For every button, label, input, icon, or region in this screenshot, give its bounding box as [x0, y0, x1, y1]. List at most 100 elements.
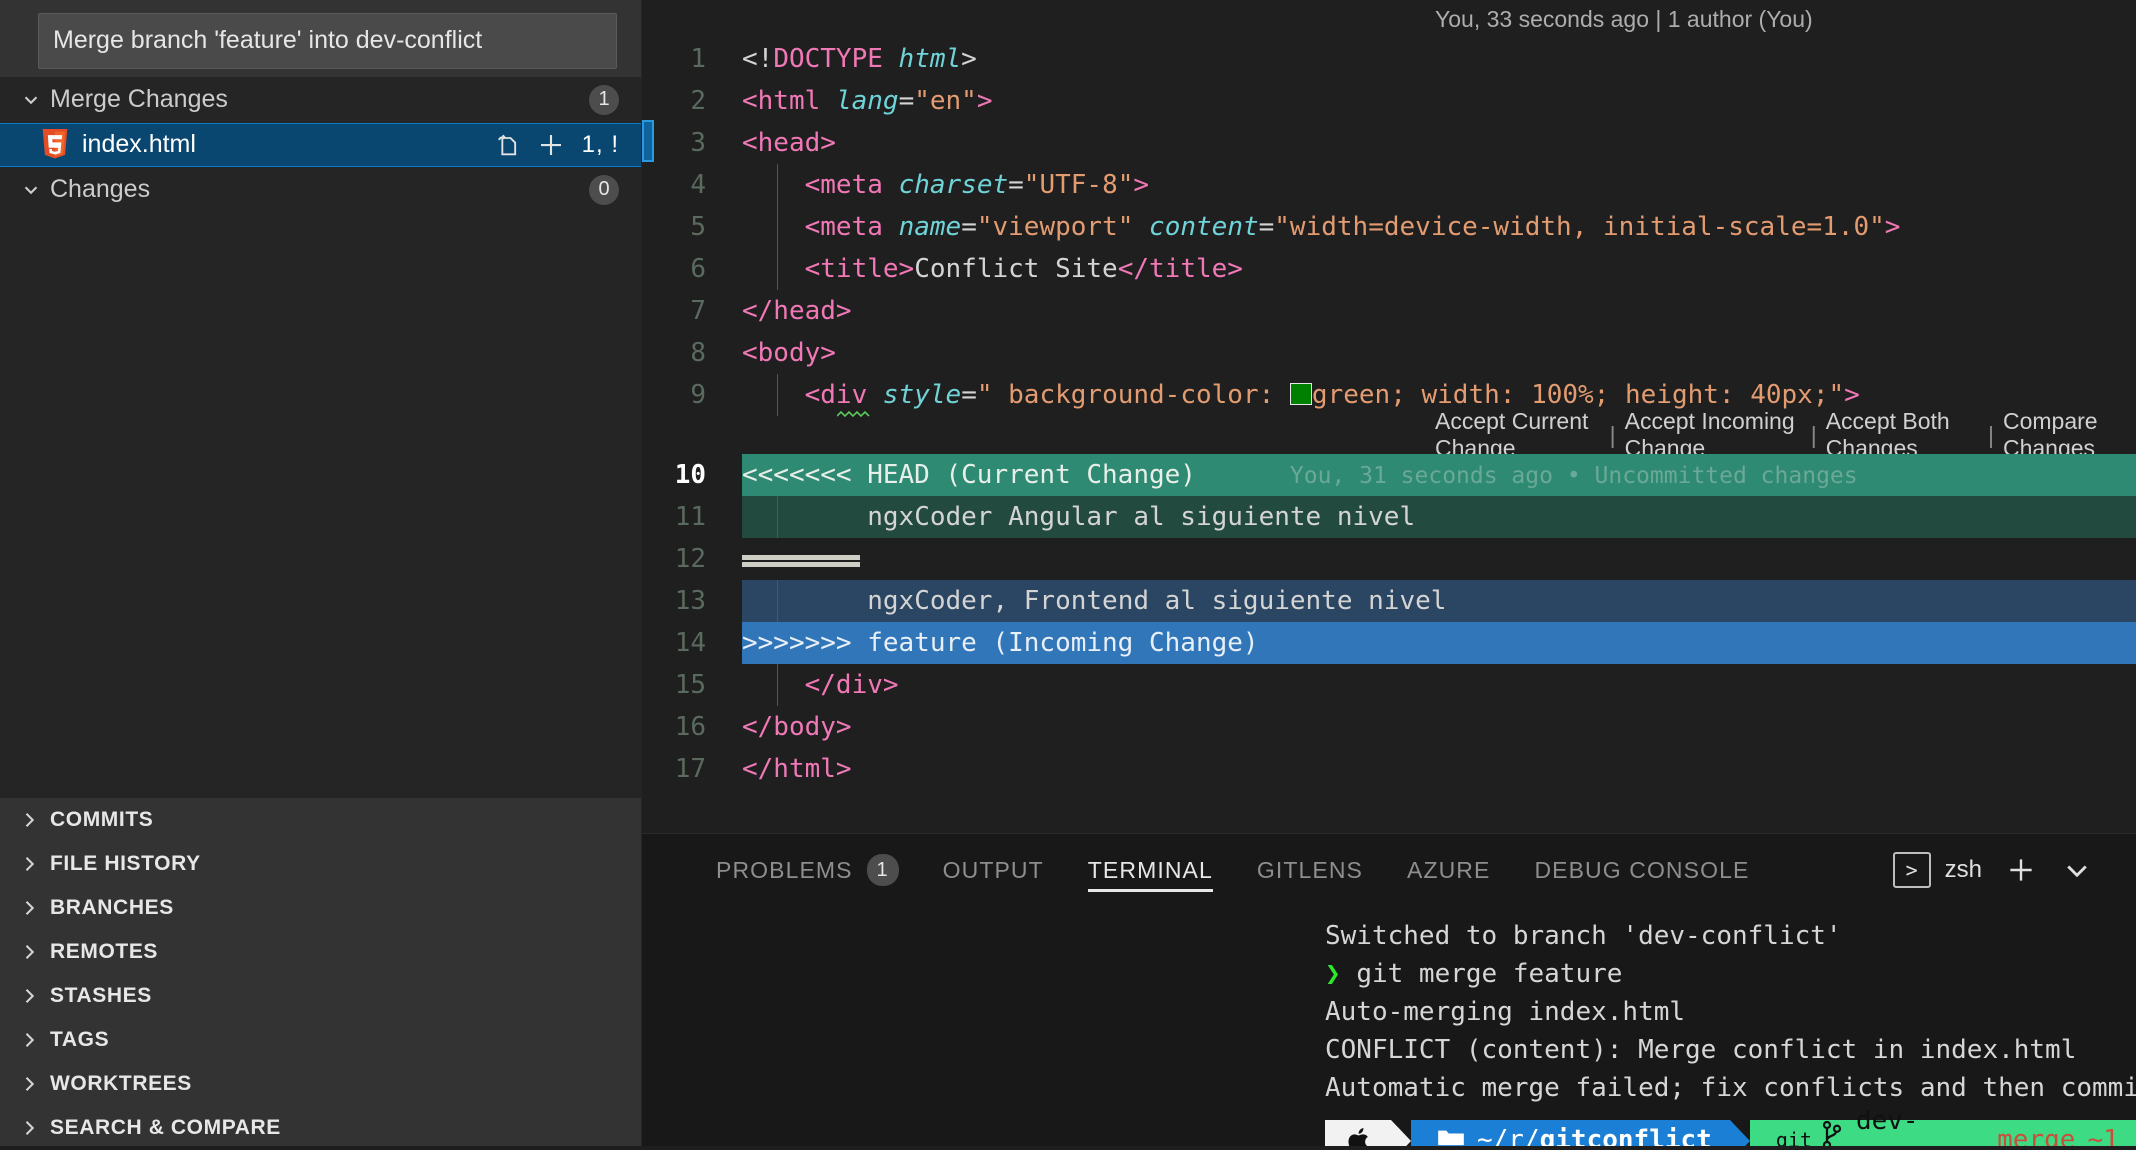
scm-group-count: 1	[589, 84, 619, 115]
chevron-right-icon	[16, 1071, 42, 1097]
terminal-output[interactable]: Switched to branch 'dev-conflict' ❯ git …	[642, 906, 2136, 1146]
line-content: </body>	[742, 712, 852, 742]
line-content: <meta charset="UTF-8">	[804, 170, 1150, 200]
chevron-down-icon[interactable]	[2060, 853, 2094, 887]
error-squiggle	[837, 410, 870, 418]
apple-icon	[1325, 1119, 1391, 1146]
bottom-panel: PROBLEMS 1 OUTPUT TERMINAL GITLENS AZURE…	[642, 833, 2136, 1146]
line-number: 9	[690, 380, 706, 410]
vscode-window: Merge branch 'feature' into dev-conflict…	[0, 0, 2136, 1146]
line-content: ngxCoder, Frontend al siguiente nivel	[867, 586, 1447, 616]
line-number: 13	[674, 586, 706, 616]
plus-icon[interactable]	[2004, 853, 2038, 887]
code-line-conflict-incoming-header: 14 >>>>>>> feature (Incoming Change)	[642, 622, 2136, 664]
codelens-separator: |	[1810, 421, 1817, 448]
panel-tab-bar: PROBLEMS 1 OUTPUT TERMINAL GITLENS AZURE…	[642, 834, 2136, 906]
terminal-icon: >	[1892, 852, 1931, 888]
active-terminal-selector[interactable]: > zsh	[1892, 852, 1982, 888]
tab-terminal[interactable]: TERMINAL	[1066, 834, 1235, 906]
line-content: >>>>>>> feature (Incoming Change)	[742, 628, 1259, 658]
line-content: <head>	[742, 128, 836, 158]
code-line: 15 </div>	[642, 664, 2136, 706]
html5-file-icon	[40, 128, 70, 161]
git-branch-name: dev-conflict	[1855, 1105, 1981, 1146]
sidebar-item-label: FILE HISTORY	[50, 852, 201, 875]
sidebar-item-label: REMOTES	[50, 940, 159, 963]
tab-label: OUTPUT	[942, 856, 1044, 883]
sidebar-item-branches[interactable]: BRANCHES	[0, 886, 641, 930]
git-label: git	[1775, 1128, 1812, 1146]
scm-group-merge-changes[interactable]: Merge Changes 1	[0, 77, 641, 123]
shell-label: zsh	[1944, 856, 1982, 883]
scm-resource-groups: Merge Changes 1 index.html 1, ! Changes …	[0, 76, 641, 830]
line-number: 1	[690, 44, 706, 74]
indent-guide	[777, 164, 778, 206]
gitlens-sections: COMMITS FILE HISTORY BRANCHES REMOTES ST…	[0, 798, 641, 1146]
scm-group-label: Changes	[50, 175, 151, 204]
line-number: 11	[674, 502, 706, 532]
powerline-arrow	[1729, 1119, 1750, 1146]
code-line: 8 <body>	[642, 332, 2136, 374]
sidebar-item-label: STASHES	[50, 984, 152, 1007]
tab-label: AZURE	[1407, 856, 1491, 883]
open-file-icon[interactable]	[492, 130, 522, 160]
terminal-line: Switched to branch 'dev-conflict'	[1325, 921, 1842, 951]
line-content: <meta name="viewport" content="width=dev…	[804, 212, 1901, 242]
indent-guide	[777, 496, 778, 538]
sidebar-item-tags[interactable]: TAGS	[0, 1018, 641, 1062]
indent-guide	[777, 374, 778, 416]
tab-label: TERMINAL	[1087, 856, 1213, 883]
sidebar-item-worktrees[interactable]: WORKTREES	[0, 1062, 641, 1106]
sidebar-item-stashes[interactable]: STASHES	[0, 974, 641, 1018]
chevron-right-icon	[16, 851, 42, 877]
scm-group-count: 0	[589, 174, 619, 205]
tab-debug-console[interactable]: DEBUG CONSOLE	[1512, 834, 1771, 906]
code-line-conflict-separator: 12	[642, 538, 2136, 580]
source-control-sidebar: Merge branch 'feature' into dev-conflict…	[0, 0, 642, 1146]
code-editor[interactable]: You, 33 seconds ago | 1 author (You) 1 <…	[642, 0, 2136, 833]
chevron-right-icon	[16, 807, 42, 833]
scm-file-name: index.html	[82, 130, 196, 159]
code-line: 6 <title>Conflict Site</title>	[642, 248, 2136, 290]
scm-file-status: 1, !	[581, 130, 619, 158]
sidebar-item-remotes[interactable]: REMOTES	[0, 930, 641, 974]
code-line: 3 <head>	[642, 122, 2136, 164]
scm-group-changes[interactable]: Changes 0	[0, 167, 641, 213]
line-number: 5	[690, 212, 706, 242]
stage-changes-icon[interactable]	[536, 130, 566, 160]
chevron-right-icon	[16, 895, 42, 921]
sidebar-item-file-history[interactable]: FILE HISTORY	[0, 842, 641, 886]
tab-label: PROBLEMS	[716, 856, 853, 883]
line-number: 17	[674, 754, 706, 784]
line-content: <title>Conflict Site</title>	[804, 254, 1243, 284]
scm-file-row-index-html[interactable]: index.html 1, !	[0, 122, 641, 167]
line-number: 16	[674, 712, 706, 742]
scm-group-label: Merge Changes	[50, 85, 228, 114]
chevron-down-icon	[18, 177, 44, 203]
line-content: <body>	[742, 338, 836, 368]
codelens-separator: |	[1988, 421, 1994, 448]
tab-gitlens[interactable]: GITLENS	[1235, 834, 1385, 906]
line-content: </div>	[804, 670, 899, 700]
line-content	[742, 538, 2136, 580]
tab-problems[interactable]: PROBLEMS 1	[694, 834, 921, 906]
code-line-conflict-current-header: 10 <<<<<<< HEAD (Current Change) You, 31…	[642, 454, 2136, 496]
code-line: 5 <meta name="viewport" content="width=d…	[642, 206, 2136, 248]
scm-header: Merge branch 'feature' into dev-conflict	[0, 0, 641, 77]
sidebar-item-label: SEARCH & COMPARE	[50, 1116, 281, 1139]
commit-message-input[interactable]: Merge branch 'feature' into dev-conflict	[38, 13, 617, 69]
sidebar-item-search-and-compare[interactable]: SEARCH & COMPARE	[0, 1106, 641, 1150]
folder-icon	[1437, 1122, 1465, 1146]
terminal-prompt-line: ~/r/gitconflict git dev- merge ~1	[642, 1106, 2136, 1146]
line-content: ngxCoder Angular al siguiente nivel	[867, 502, 1416, 532]
tab-output[interactable]: OUTPUT	[921, 834, 1066, 906]
sidebar-item-commits[interactable]: COMMITS	[0, 798, 641, 842]
line-number: 2	[690, 86, 706, 116]
tab-azure[interactable]: AZURE	[1385, 834, 1512, 906]
terminal-path-segment: ~/r/gitconflict	[1411, 1119, 1730, 1146]
chevron-right-icon	[16, 983, 42, 1009]
chevron-right-icon	[16, 939, 42, 965]
path-name: gitconflict	[1539, 1124, 1712, 1146]
sidebar-item-label: WORKTREES	[50, 1072, 192, 1095]
line-number: 7	[690, 296, 706, 326]
